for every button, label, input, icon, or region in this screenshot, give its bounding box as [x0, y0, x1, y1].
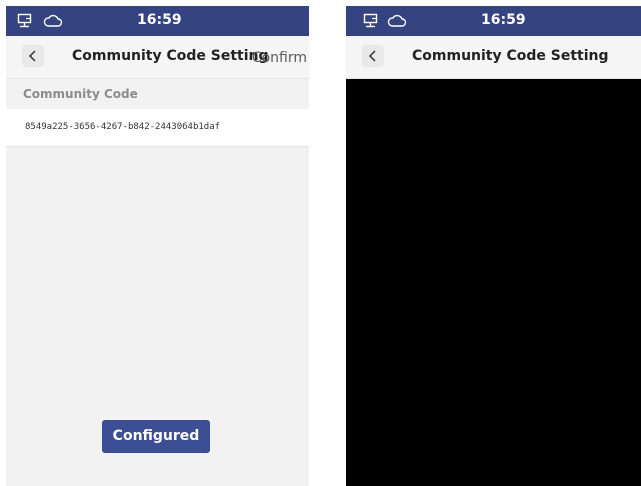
nav-bar: Community Code Setting — [346, 36, 641, 79]
status-bar: 16:59 — [346, 6, 641, 36]
page-title: Community Code Setting — [412, 48, 609, 64]
section-label: Community Code — [6, 79, 309, 109]
chevron-left-icon — [28, 50, 36, 62]
status-time: 16:59 — [481, 12, 526, 28]
chevron-left-icon — [368, 50, 376, 62]
back-button[interactable] — [362, 45, 384, 67]
cloud-icon — [387, 13, 407, 33]
confirm-button[interactable]: Confirm — [252, 50, 307, 66]
network-icon — [17, 13, 33, 33]
configured-button[interactable]: Configured — [102, 420, 210, 453]
status-bar: 16:59 — [6, 6, 309, 36]
community-code-setting-screen: 16:59 Community Code Setting Confirm Com… — [6, 6, 309, 486]
back-button[interactable] — [22, 45, 44, 67]
status-time: 16:59 — [137, 12, 182, 28]
code-scanner-screen: 16:59 Community Code Setting — [346, 6, 641, 486]
cloud-icon — [43, 13, 63, 33]
community-code-value: 8549a225-3656-4267-b842-2443064b1daf — [25, 122, 221, 132]
page-title: Community Code Setting — [72, 48, 269, 64]
network-icon — [363, 13, 379, 33]
community-code-field[interactable]: 8549a225-3656-4267-b842-2443064b1daf — [6, 109, 309, 147]
nav-bar: Community Code Setting Confirm — [6, 36, 309, 79]
